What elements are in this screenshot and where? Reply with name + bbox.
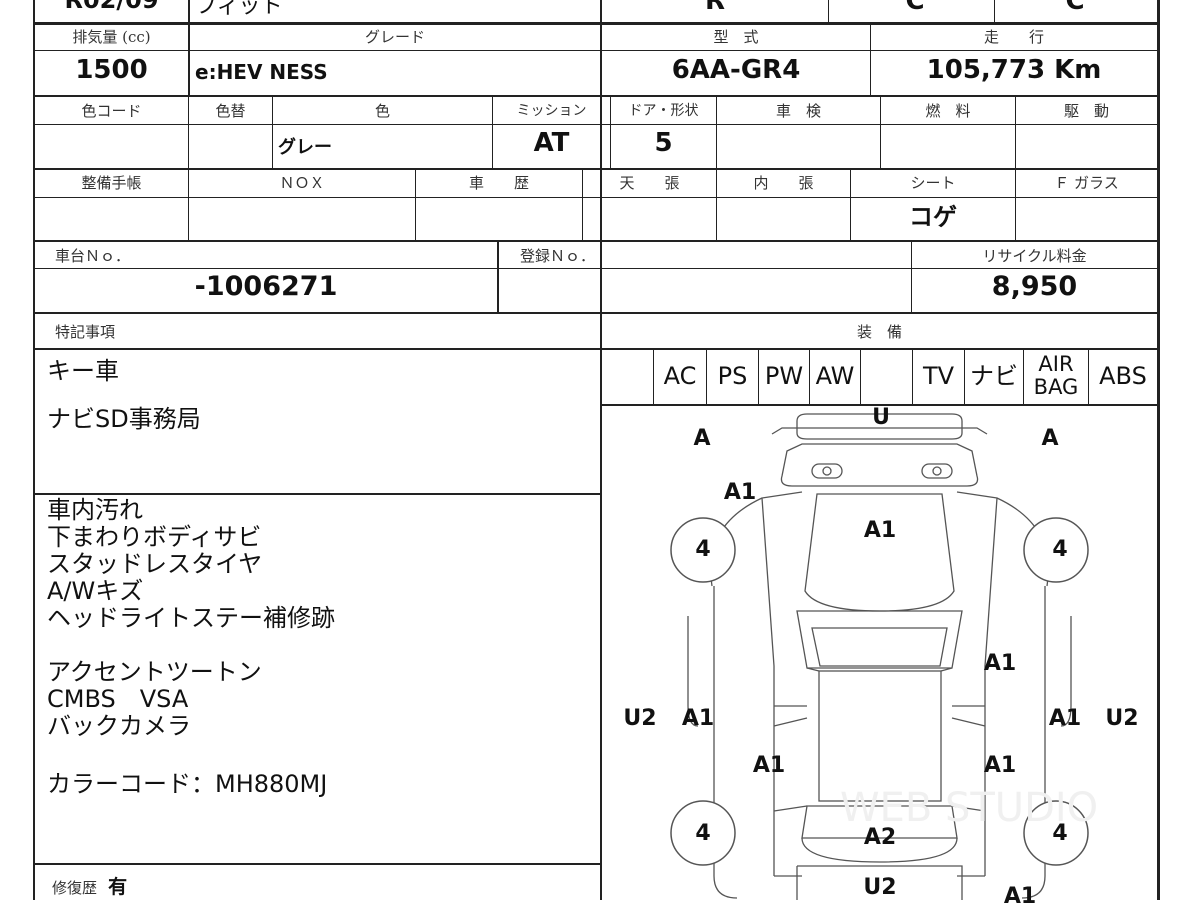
note-line: スタッドレスタイヤ	[47, 550, 263, 578]
note-line: カラーコード：MH880MJ	[47, 770, 328, 798]
note-line: バックカメラ	[47, 712, 191, 740]
mark-a-top-right: A	[1041, 426, 1059, 451]
note-line: A/Wキズ	[47, 577, 144, 605]
mark-a1-right: A1	[1048, 706, 1082, 731]
hdr-chassis-no: 車台Ｎｏ．	[55, 247, 131, 265]
hdr-history: 車 歴	[468, 174, 529, 192]
equip-navi: ナビ	[970, 362, 1018, 390]
note-line: キー車	[47, 357, 119, 385]
equip-aw: AW	[815, 362, 855, 390]
grade-cell-3: C	[1065, 0, 1085, 16]
equip-abs: ABS	[1099, 362, 1147, 390]
val-grade: e:HEV NESS	[195, 60, 328, 84]
hdr-seat: シート	[910, 174, 956, 192]
val-displacement: 1500	[75, 55, 148, 85]
mark-tire-rear-left: 4	[695, 821, 711, 846]
val-door: 5	[654, 128, 673, 158]
val-color: グレー	[278, 137, 332, 158]
hdr-grade: グレード	[364, 28, 425, 46]
equip-ac: AC	[663, 362, 697, 390]
note-line: CMBS VSA	[47, 685, 189, 713]
repair-history: 修復歴 有	[52, 872, 127, 899]
hdr-recycle-fee: リサイクル料金	[982, 247, 1087, 265]
hdr-service-book: 整備手帳	[81, 174, 142, 192]
mark-a1-right-front: A1	[983, 651, 1017, 676]
val-mission: AT	[533, 128, 570, 158]
equip-airbag: AIR BAG	[1033, 352, 1079, 399]
hdr-glass: Ｆ ガラス	[1054, 174, 1119, 192]
mark-tire-front-right: 4	[1052, 537, 1068, 562]
hdr-roof: 天 張	[619, 174, 680, 192]
hdr-mileage: 走 行	[983, 28, 1044, 46]
mark-u-top: U	[872, 405, 890, 430]
val-type: 6AA-GR4	[671, 55, 801, 85]
hdr-inspection: 車 検	[775, 102, 821, 120]
mark-tire-front-left: 4	[695, 537, 711, 562]
mark-a1-left-rear: A1	[752, 753, 786, 778]
repair-value: 有	[108, 876, 128, 898]
mark-a-top-left: A	[693, 426, 711, 451]
note-line: 下まわりボディサビ	[47, 523, 262, 551]
mark-u2-right: U2	[1105, 706, 1139, 731]
hdr-door: ドア・形状	[628, 103, 699, 119]
hdr-color: 色	[374, 102, 390, 120]
mark-a2-trunk: A2	[863, 825, 897, 850]
date-cell: R02/09	[64, 0, 159, 14]
note-line: ヘッドライトステー補修跡	[47, 604, 335, 632]
hdr-drive: 駆 動	[1063, 102, 1109, 120]
equip-ps: PS	[717, 362, 748, 390]
note-line: ナビSD事務局	[47, 405, 201, 433]
hdr-equipment: 装 備	[856, 323, 902, 341]
mark-tire-rear-right: 4	[1052, 821, 1068, 846]
hdr-nox: ＮＯＸ	[279, 174, 325, 192]
grade-cell-2: C	[905, 0, 925, 16]
note-line: アクセントツートン	[47, 658, 262, 686]
val-mileage: 105,773 Km	[926, 55, 1102, 85]
hdr-notes: 特記事項	[55, 323, 116, 341]
val-recycle-fee: 8,950	[991, 271, 1078, 302]
hdr-color-code: 色コード	[81, 102, 142, 120]
mark-a1-right-rear: A1	[983, 753, 1017, 778]
mark-a1-left: A1	[681, 706, 715, 731]
mark-a1-bottom-right: A1	[1003, 884, 1037, 909]
hdr-mission: ミッション	[516, 103, 587, 119]
val-seat: コゲ	[909, 203, 957, 231]
hdr-registration-no: 登録Ｎｏ．	[520, 247, 596, 265]
model-name: フィット	[195, 0, 283, 19]
hdr-interior: 内 張	[753, 174, 814, 192]
mark-u2-left: U2	[623, 706, 657, 731]
val-chassis-no: -1006271	[194, 271, 338, 302]
note-line: 車内汚れ	[47, 496, 143, 524]
mark-a1-hood-left: A1	[723, 480, 757, 505]
equip-pw: PW	[764, 362, 804, 390]
hdr-displacement: 排気量 (cc)	[72, 28, 151, 46]
mark-u2-bumper: U2	[863, 875, 897, 900]
hdr-fuel: 燃 料	[925, 102, 971, 120]
grade-cell-1: R	[704, 0, 726, 16]
repair-label: 修復歴	[52, 879, 98, 897]
equip-tv: TV	[922, 362, 955, 390]
hdr-type: 型 式	[713, 28, 759, 46]
hdr-repaint: 色替	[215, 102, 246, 120]
mark-a1-hood: A1	[863, 518, 897, 543]
